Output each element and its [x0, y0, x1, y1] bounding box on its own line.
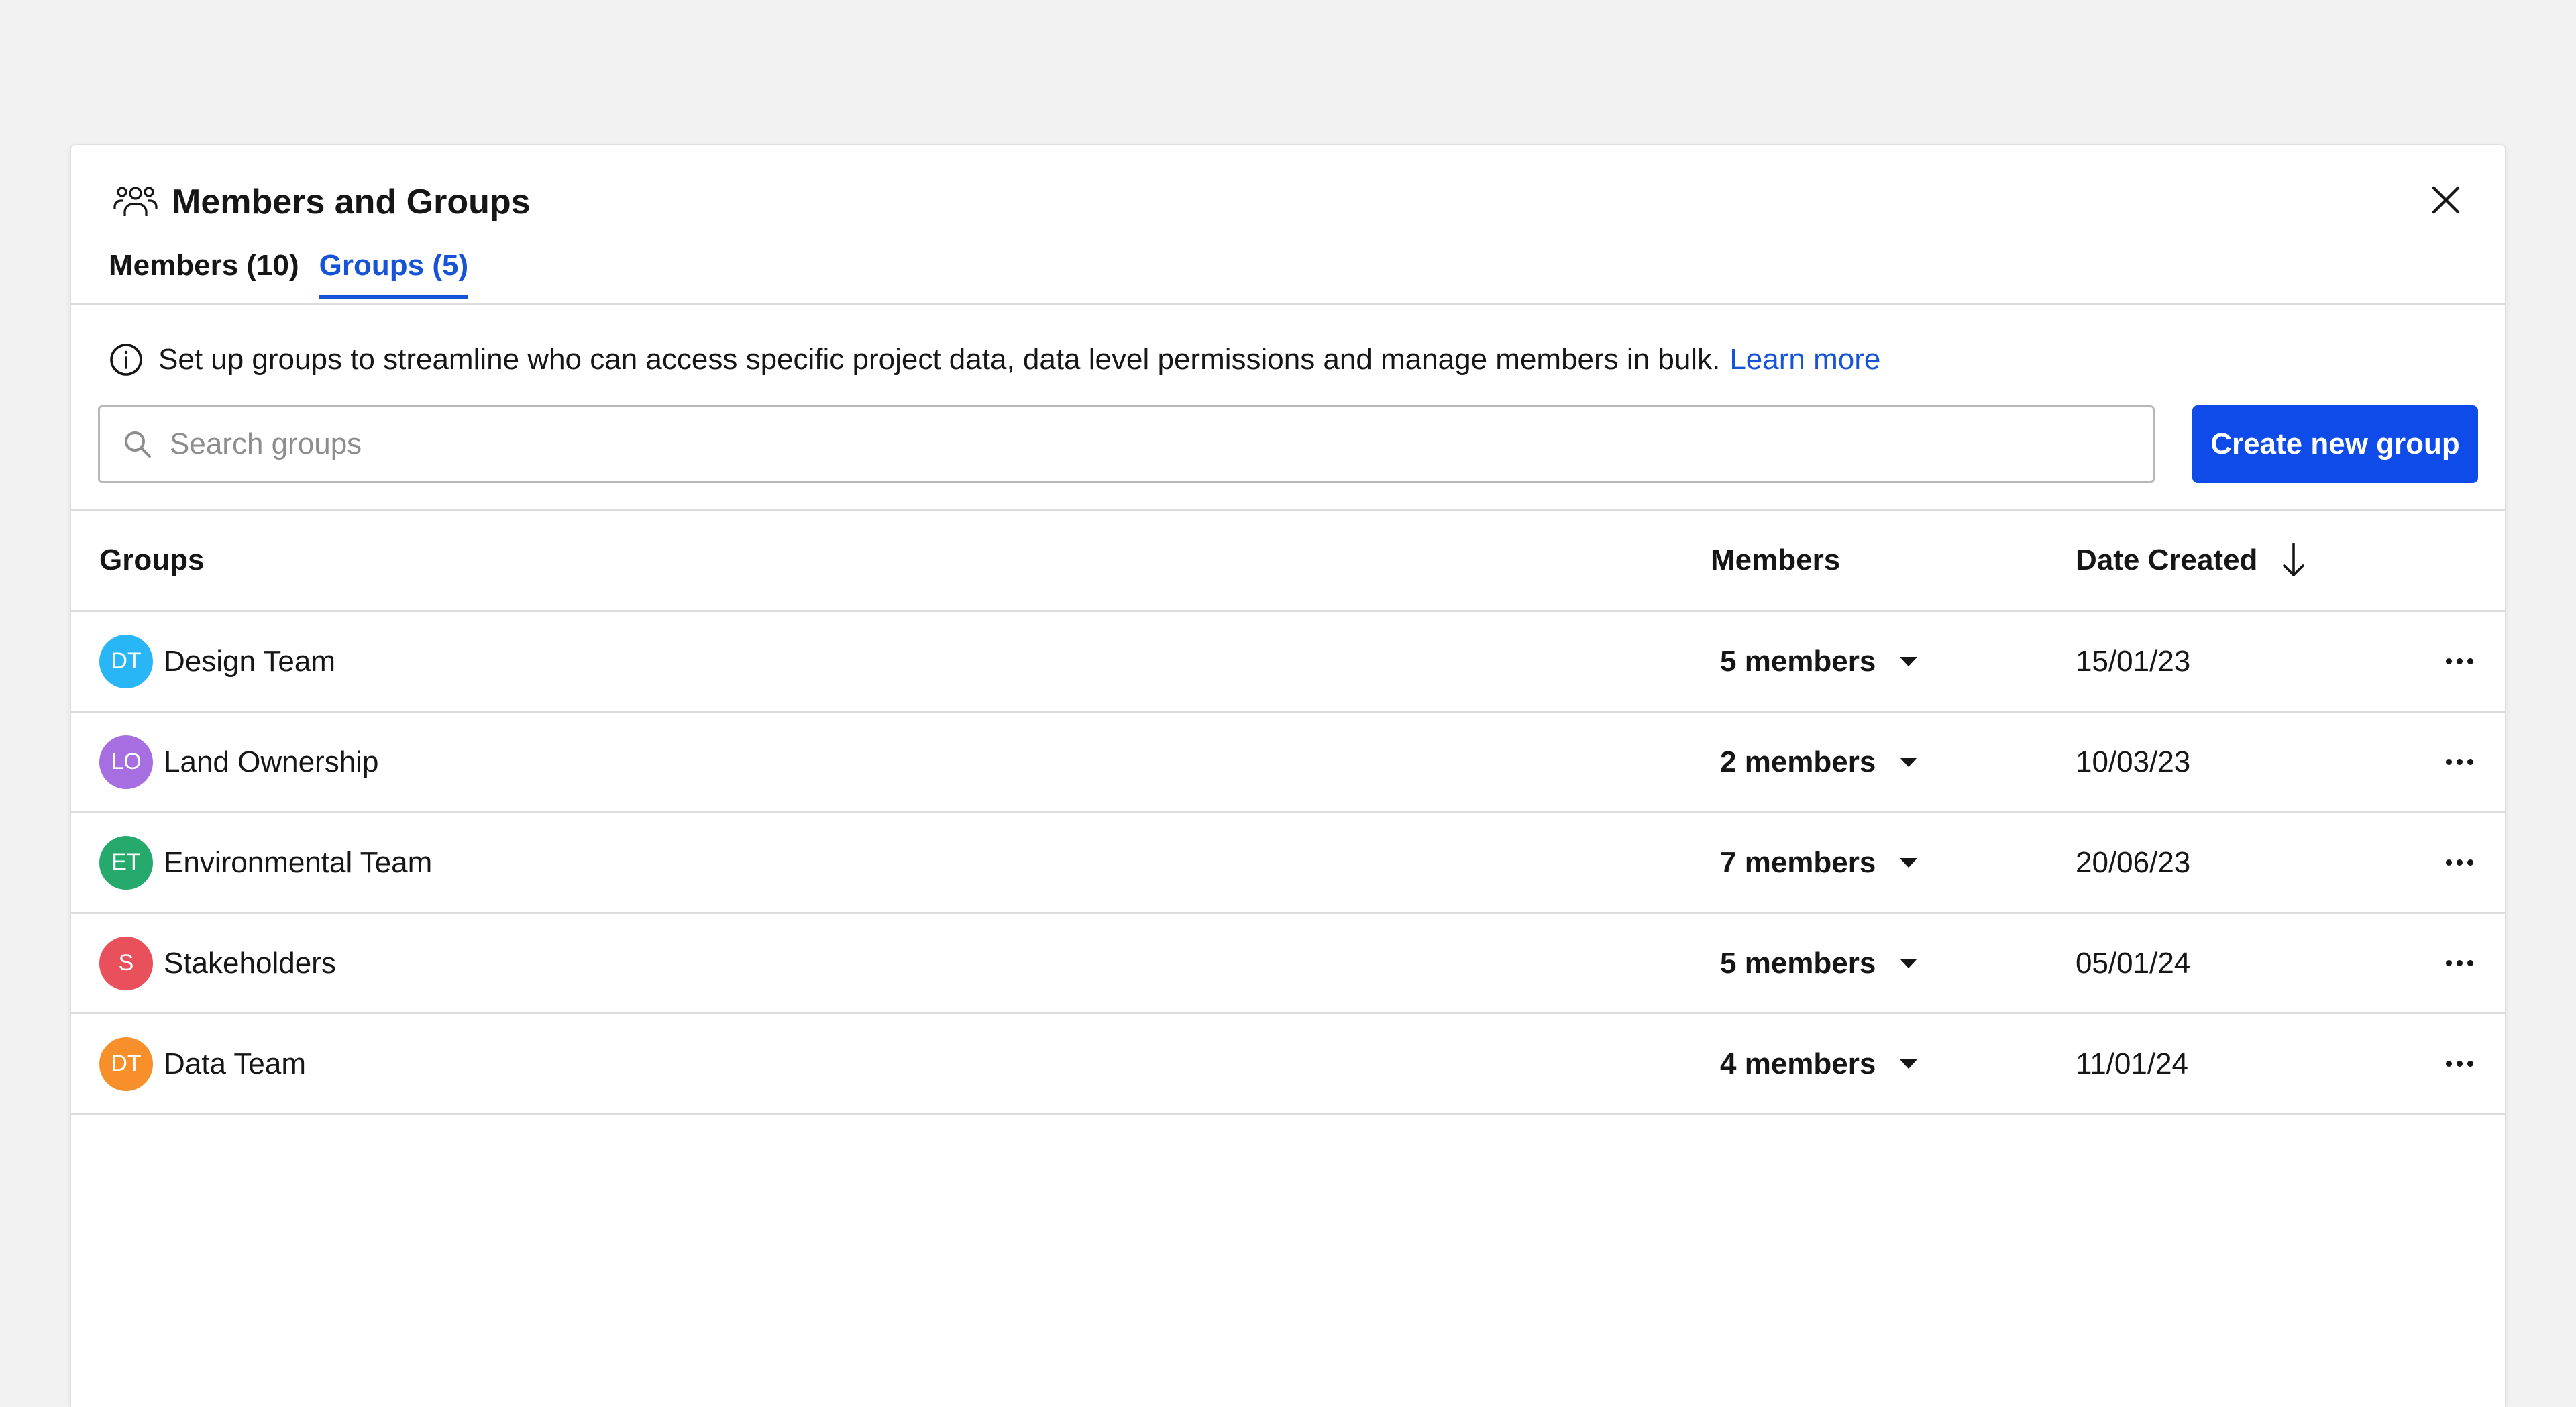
date-created: 15/01/23 [2076, 644, 2191, 678]
members-count: 4 members [1720, 1047, 1876, 1080]
learn-more-link[interactable]: Learn more [1729, 343, 1880, 376]
column-header-date-created[interactable]: Date Created [2076, 511, 2307, 610]
avatar: DT [99, 1037, 153, 1091]
row-menu-button[interactable] [2439, 914, 2479, 1012]
members-dropdown[interactable]: 5 members [1720, 914, 1918, 1012]
row-menu-button[interactable] [2439, 1014, 2479, 1113]
members-count: 5 members [1720, 946, 1876, 980]
avatar: LO [99, 735, 153, 789]
members-dropdown[interactable]: 7 members [1720, 813, 1918, 912]
search-field[interactable] [98, 405, 2155, 483]
date-created: 10/03/23 [2076, 745, 2191, 778]
caret-down-icon [1900, 1059, 1918, 1069]
row-menu-button[interactable] [2439, 612, 2479, 711]
row-menu-button[interactable] [2439, 713, 2479, 811]
caret-down-icon [1900, 958, 1918, 968]
people-group-icon [113, 187, 158, 216]
row-menu-button[interactable] [2439, 813, 2479, 912]
more-horizontal-icon [2445, 1061, 2473, 1067]
group-name: Design Team [164, 644, 335, 678]
search-input[interactable] [168, 427, 2153, 462]
more-horizontal-icon [2445, 759, 2473, 765]
tab-bar: Members (10) Groups (5) [109, 246, 488, 299]
members-count: 5 members [1720, 644, 1876, 678]
table-header: Groups Members Date Created [71, 511, 2505, 612]
more-horizontal-icon [2445, 960, 2473, 966]
members-dropdown[interactable]: 5 members [1720, 612, 1918, 711]
close-icon[interactable] [2426, 180, 2466, 220]
group-name-cell: DT Data Team [99, 1014, 306, 1113]
table-row[interactable]: S Stakeholders 5 members 05/01/24 [71, 914, 2505, 1014]
date-created: 11/01/24 [2076, 1047, 2189, 1080]
column-header-groups: Groups [99, 543, 205, 576]
dialog-title: Members and Groups [172, 183, 531, 221]
search-icon [125, 431, 151, 458]
group-name-cell: ET Environmental Team [99, 813, 432, 912]
group-name: Stakeholders [164, 946, 336, 980]
caret-down-icon [1900, 656, 1918, 666]
table-row[interactable]: DT Design Team 5 members 15/01/23 [71, 612, 2505, 713]
tab-members[interactable]: Members (10) [109, 246, 299, 299]
arrow-down-icon[interactable] [2280, 541, 2307, 579]
table-row[interactable]: DT Data Team 4 members 11/01/24 [71, 1014, 2505, 1115]
group-name: Land Ownership [164, 745, 379, 778]
more-horizontal-icon [2445, 859, 2473, 866]
group-name-cell: DT Design Team [99, 612, 335, 711]
avatar: S [99, 936, 153, 990]
create-new-group-button[interactable]: Create new group [2192, 405, 2478, 483]
group-name: Environmental Team [164, 845, 433, 879]
avatar: ET [99, 835, 153, 890]
group-name: Data Team [164, 1047, 306, 1080]
members-dropdown[interactable]: 4 members [1720, 1014, 1918, 1113]
group-name-cell: S Stakeholders [99, 914, 336, 1012]
date-created: 20/06/23 [2076, 845, 2191, 879]
caret-down-icon [1900, 857, 1918, 868]
members-count: 2 members [1720, 745, 1876, 778]
info-text: Set up groups to streamline who can acce… [158, 343, 1721, 376]
members-count: 7 members [1720, 845, 1876, 879]
column-header-members: Members [1711, 543, 1841, 576]
info-icon [110, 344, 142, 376]
column-header-date-label: Date Created [2076, 543, 2258, 576]
info-banner: Set up groups to streamline who can acce… [109, 340, 1880, 380]
members-groups-dialog: Members and Groups Members (10) Groups (… [71, 145, 2505, 1407]
header-divider [71, 303, 2505, 305]
table-row[interactable]: ET Environmental Team 7 members 20/06/23 [71, 813, 2505, 914]
caret-down-icon [1900, 757, 1918, 767]
more-horizontal-icon [2445, 658, 2473, 664]
avatar: DT [99, 634, 153, 688]
date-created: 05/01/24 [2076, 946, 2191, 980]
group-name-cell: LO Land Ownership [99, 713, 378, 811]
members-dropdown[interactable]: 2 members [1720, 713, 1918, 811]
table-row[interactable]: LO Land Ownership 2 members 10/03/23 [71, 713, 2505, 813]
tab-groups[interactable]: Groups (5) [319, 246, 469, 299]
